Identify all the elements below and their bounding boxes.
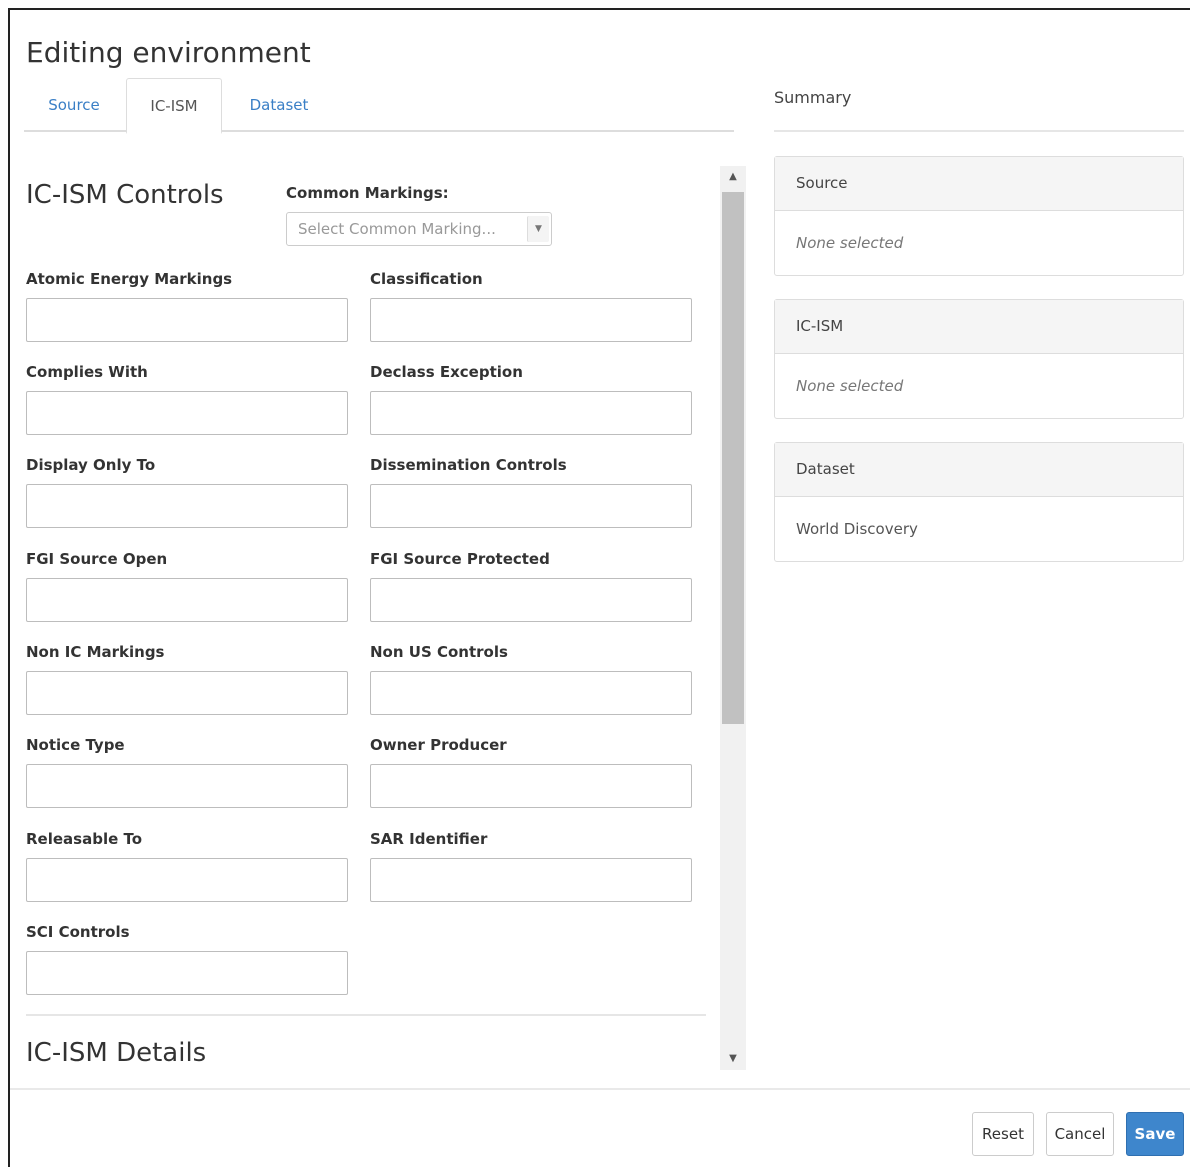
summary-card-header: Dataset	[775, 443, 1183, 497]
classification-input[interactable]	[370, 298, 692, 342]
scroll-up-arrow-icon[interactable]: ▲	[720, 166, 746, 188]
fgi-source-protected-input[interactable]	[370, 578, 692, 622]
dialog-title: Editing environment	[26, 36, 311, 69]
tab-dataset[interactable]: Dataset	[234, 78, 324, 132]
declass-exception-input[interactable]	[370, 391, 692, 435]
non-ic-markings-input[interactable]	[26, 671, 348, 715]
fgi-source-protected-label: FGI Source Protected	[370, 550, 550, 568]
releasable-to-label: Releasable To	[26, 830, 143, 848]
summary-divider	[774, 130, 1184, 132]
common-markings-label: Common Markings:	[286, 184, 449, 202]
tab-ic-ism[interactable]: IC-ISM	[126, 78, 222, 134]
summary-card-source: Source None selected	[774, 156, 1184, 276]
dissemination-controls-input[interactable]	[370, 484, 692, 528]
owner-producer-label: Owner Producer	[370, 736, 507, 754]
fgi-source-open-label: FGI Source Open	[26, 550, 168, 568]
ic-ism-scroll-panel[interactable]: IC-ISM Controls Common Markings: Select …	[24, 158, 746, 1070]
sci-controls-input[interactable]	[26, 951, 348, 995]
sar-identifier-input[interactable]	[370, 858, 692, 902]
summary-card-ic-ism: IC-ISM None selected	[774, 299, 1184, 419]
non-us-controls-label: Non US Controls	[370, 643, 508, 661]
ic-ism-details-heading: IC-ISM Details	[26, 1038, 207, 1068]
summary-card-value: None selected	[796, 377, 904, 395]
display-only-to-input[interactable]	[26, 484, 348, 528]
summary-title: Summary	[774, 88, 852, 107]
display-only-to-label: Display Only To	[26, 456, 156, 474]
editing-environment-dialog: Editing environment Source IC-ISM Datase…	[8, 8, 1190, 1167]
summary-card-value: None selected	[796, 234, 904, 252]
declass-exception-label: Declass Exception	[370, 363, 523, 381]
summary-card-value: World Discovery	[796, 520, 918, 538]
dissemination-controls-label: Dissemination Controls	[370, 456, 567, 474]
panel-scrollbar[interactable]: ▲ ▼	[720, 166, 746, 1070]
notice-type-label: Notice Type	[26, 736, 125, 754]
non-us-controls-input[interactable]	[370, 671, 692, 715]
sar-identifier-label: SAR Identifier	[370, 830, 488, 848]
owner-producer-input[interactable]	[370, 764, 692, 808]
atomic-energy-markings-label: Atomic Energy Markings	[26, 270, 233, 288]
complies-with-input[interactable]	[26, 391, 348, 435]
complies-with-label: Complies With	[26, 363, 148, 381]
scroll-down-arrow-icon[interactable]: ▼	[720, 1048, 746, 1070]
classification-label: Classification	[370, 270, 483, 288]
scrollbar-thumb[interactable]	[722, 192, 744, 724]
footer-divider	[10, 1088, 1190, 1090]
cancel-button[interactable]: Cancel	[1046, 1112, 1114, 1156]
details-divider	[26, 1014, 706, 1016]
tab-bar: Source IC-ISM Dataset	[24, 78, 734, 134]
save-button[interactable]: Save	[1126, 1112, 1184, 1156]
non-ic-markings-label: Non IC Markings	[26, 643, 165, 661]
summary-card-header: IC-ISM	[775, 300, 1183, 354]
ic-ism-controls-heading: IC-ISM Controls	[26, 180, 224, 210]
summary-card-dataset: Dataset World Discovery	[774, 442, 1184, 562]
reset-button[interactable]: Reset	[972, 1112, 1034, 1156]
chevron-down-icon[interactable]: ▼	[527, 216, 549, 242]
fgi-source-open-input[interactable]	[26, 578, 348, 622]
notice-type-input[interactable]	[26, 764, 348, 808]
atomic-energy-markings-input[interactable]	[26, 298, 348, 342]
summary-card-header: Source	[775, 157, 1183, 211]
common-markings-select[interactable]: Select Common Marking... ▼	[286, 212, 552, 246]
sci-controls-label: SCI Controls	[26, 923, 130, 941]
tab-source[interactable]: Source	[32, 78, 116, 132]
common-markings-placeholder: Select Common Marking...	[298, 220, 496, 238]
releasable-to-input[interactable]	[26, 858, 348, 902]
